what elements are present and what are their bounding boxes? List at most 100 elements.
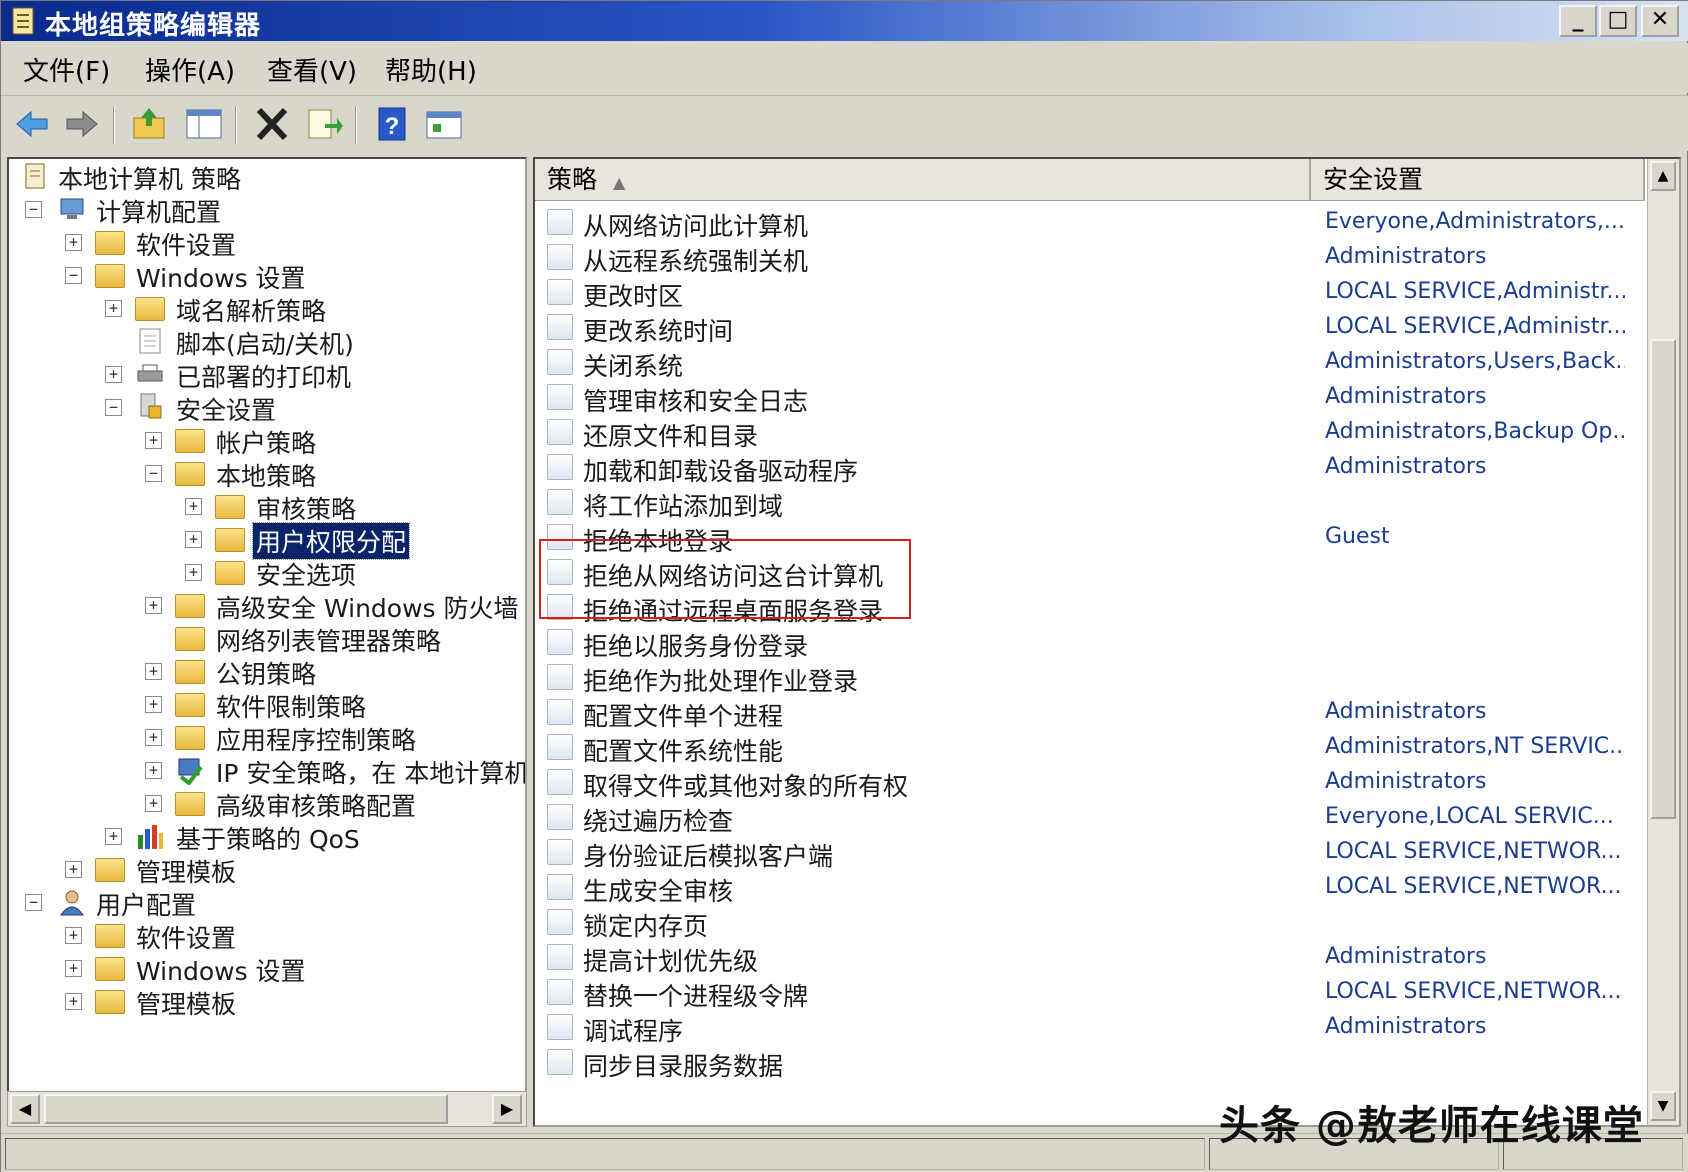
collapse-icon[interactable]: − [145, 465, 162, 482]
tree-label: 计算机配置 [96, 198, 222, 227]
policy-row[interactable]: 提高计划优先级 Administrators [535, 939, 1645, 976]
status-cell [5, 1138, 1205, 1170]
expand-icon[interactable]: + [65, 927, 82, 944]
policy-row[interactable]: 将工作站添加到域 [535, 484, 1645, 521]
expand-icon[interactable]: + [145, 696, 162, 713]
annotation-highlight-box [539, 539, 911, 619]
sort-ascending-icon: ▲ [612, 173, 626, 192]
show-hide-tree-icon[interactable] [183, 104, 225, 144]
policy-row[interactable]: 配置文件系统性能 Administrators,NT SERVIC... [535, 729, 1645, 766]
policy-row[interactable]: 从远程系统强制关机 Administrators [535, 239, 1645, 276]
policy-row[interactable]: 拒绝作为批处理作业登录 [535, 659, 1645, 696]
tree-label-selected: 用户权限分配 [251, 522, 411, 560]
help-icon[interactable]: ? [371, 104, 413, 144]
policy-setting: Administrators [1325, 944, 1487, 969]
policy-row[interactable]: 身份验证后模拟客户端 LOCAL SERVICE,NETWOR... [535, 834, 1645, 871]
scroll-right-icon[interactable]: ▶ [492, 1094, 522, 1124]
policy-item-icon [547, 384, 573, 410]
policy-item-icon [547, 349, 573, 375]
expand-icon[interactable]: + [185, 531, 202, 548]
expand-icon[interactable]: + [145, 663, 162, 680]
collapse-icon[interactable]: − [25, 201, 42, 218]
tree-label: 软件设置 [136, 231, 237, 260]
expand-icon[interactable]: + [145, 432, 162, 449]
maximize-button[interactable]: □ [1599, 5, 1637, 37]
policy-item-icon [547, 419, 573, 445]
collapse-icon[interactable]: − [65, 267, 82, 284]
policy-row[interactable]: 绕过遍历检查 Everyone,LOCAL SERVIC... [535, 799, 1645, 836]
policy-row[interactable]: 从网络访问此计算机 Everyone,Administrators,... [535, 204, 1645, 241]
column-header-policy[interactable]: 策略 ▲ [535, 159, 1311, 201]
policy-row[interactable]: 调试程序 Administrators [535, 1009, 1645, 1046]
menu-help[interactable]: 帮助(H) [385, 51, 477, 88]
locked-folder-icon [175, 462, 205, 486]
minimize-button[interactable]: _ [1559, 5, 1597, 37]
policy-item-icon [547, 489, 573, 515]
policy-row[interactable]: 加载和卸载设备驱动程序 Administrators [535, 449, 1645, 486]
expand-icon[interactable]: + [65, 861, 82, 878]
expand-icon[interactable]: + [65, 960, 82, 977]
scroll-thumb[interactable] [1650, 339, 1676, 819]
scroll-left-icon[interactable]: ◀ [10, 1094, 40, 1124]
policy-list[interactable]: 策略 ▲ 安全设置 从网络访问此计算机 Everyone,Administrato… [533, 157, 1681, 1127]
policy-row[interactable]: 生成安全审核 LOCAL SERVICE,NETWOR... [535, 869, 1645, 906]
delete-icon[interactable] [251, 104, 293, 144]
expand-icon[interactable]: + [105, 300, 122, 317]
tree-label: Windows 设置 [136, 957, 306, 986]
back-icon[interactable] [11, 104, 53, 144]
menu-file[interactable]: 文件(F) [23, 51, 110, 88]
expand-icon[interactable]: + [65, 993, 82, 1010]
scroll-up-icon[interactable]: ▲ [1650, 161, 1676, 191]
policy-row[interactable]: 关闭系统 Administrators,Users,Back... [535, 344, 1645, 381]
scroll-down-icon[interactable]: ▼ [1650, 1091, 1676, 1121]
tree-label: IP 安全策略，在 本地计算机 [216, 759, 527, 788]
policy-row[interactable]: 替换一个进程级令牌 LOCAL SERVICE,NETWOR... [535, 974, 1645, 1011]
expand-icon[interactable]: + [185, 498, 202, 515]
policy-row[interactable]: 还原文件和目录 Administrators,Backup Op... [535, 414, 1645, 451]
forward-icon[interactable] [61, 104, 103, 144]
policy-item-icon [547, 804, 573, 830]
policy-setting: LOCAL SERVICE,Administr... [1325, 314, 1625, 339]
properties-icon[interactable] [423, 104, 465, 144]
title-bar[interactable]: 本地组策略编辑器 _ □ ✕ [1, 1, 1688, 41]
close-button[interactable]: ✕ [1641, 5, 1679, 37]
folder-icon [95, 858, 125, 882]
policy-item-icon [547, 734, 573, 760]
scroll-thumb[interactable] [44, 1094, 448, 1124]
up-folder-icon[interactable] [129, 104, 171, 144]
tree-label: 网络列表管理器策略 [216, 627, 442, 656]
policy-item-icon [547, 454, 573, 480]
policy-name: 关闭系统 [583, 352, 684, 381]
policy-setting: Administrators [1325, 769, 1487, 794]
policy-row[interactable]: 配置文件单个进程 Administrators [535, 694, 1645, 731]
policy-setting: LOCAL SERVICE,NETWOR... [1325, 874, 1622, 899]
policy-row[interactable]: 取得文件或其他对象的所有权 Administrators [535, 764, 1645, 801]
expand-icon[interactable]: + [145, 729, 162, 746]
export-list-icon[interactable] [303, 104, 345, 144]
policy-row[interactable]: 拒绝以服务身份登录 [535, 624, 1645, 661]
policy-row[interactable]: 同步目录服务数据 [535, 1044, 1645, 1081]
policy-setting: Administrators,Backup Op... [1325, 419, 1625, 444]
toolbar-separator [235, 106, 237, 144]
collapse-icon[interactable]: − [105, 399, 122, 416]
collapse-icon[interactable]: − [25, 894, 42, 911]
expand-icon[interactable]: + [145, 597, 162, 614]
policy-row[interactable]: 更改时区 LOCAL SERVICE,Administr... [535, 274, 1645, 311]
expand-icon[interactable]: + [145, 762, 162, 779]
expand-icon[interactable]: + [105, 828, 122, 845]
console-tree[interactable]: 本地计算机 策略 − 计算机配置 + 软件设置 − Windows 设置 + 域… [7, 157, 527, 1127]
tree-horizontal-scrollbar[interactable]: ◀ ▶ [7, 1091, 527, 1127]
list-vertical-scrollbar[interactable]: ▲ ▼ [1647, 159, 1679, 1125]
policy-row[interactable]: 管理审核和安全日志 Administrators [535, 379, 1645, 416]
policy-row[interactable]: 锁定内存页 [535, 904, 1645, 941]
tree-label: 软件限制策略 [216, 693, 367, 722]
expand-icon[interactable]: + [185, 564, 202, 581]
policy-row[interactable]: 更改系统时间 LOCAL SERVICE,Administr... [535, 309, 1645, 346]
expand-icon[interactable]: + [145, 795, 162, 812]
menu-action[interactable]: 操作(A) [145, 51, 235, 88]
locked-folder-icon [175, 429, 205, 453]
expand-icon[interactable]: + [105, 366, 122, 383]
column-header-setting[interactable]: 安全设置 [1311, 159, 1645, 201]
expand-icon[interactable]: + [65, 234, 82, 251]
menu-view[interactable]: 查看(V) [267, 51, 357, 88]
